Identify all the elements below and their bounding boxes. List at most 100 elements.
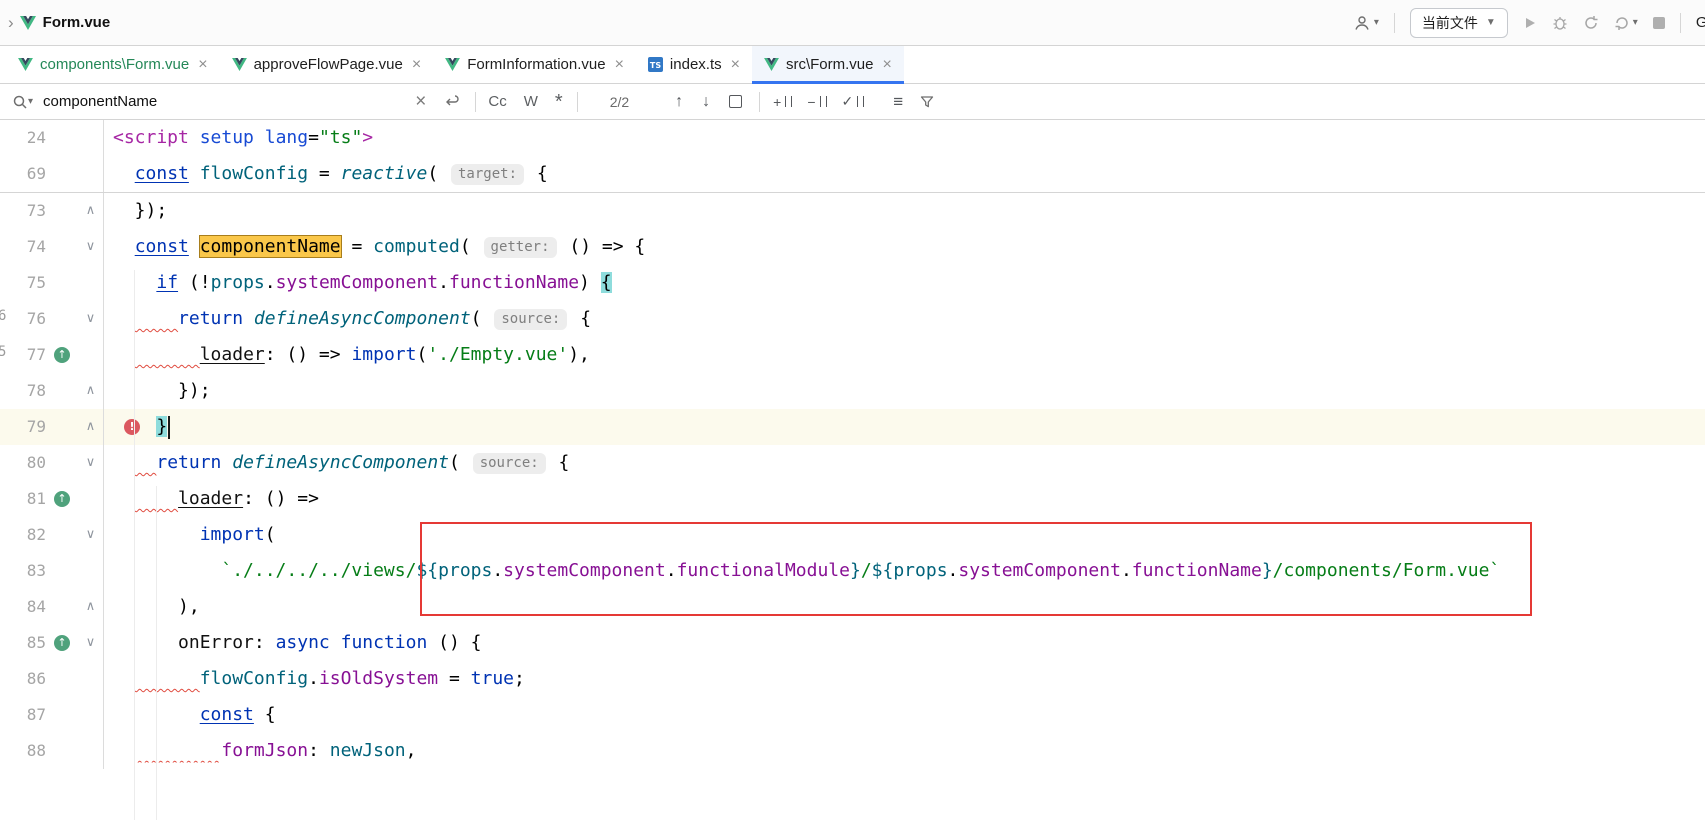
tab-close-icon[interactable]: ×	[882, 56, 891, 74]
fold-up-icon[interactable]: ∧	[78, 193, 103, 229]
tab-index-ts[interactable]: TSindex.ts×	[636, 46, 752, 83]
code-line-75[interactable]: 75 if (!props.systemComponent.functionNa…	[0, 265, 1705, 301]
line-number: 86	[0, 661, 46, 697]
code-editor[interactable]: 24 <script setup lang="ts">69 const flowC…	[0, 120, 1705, 820]
divider	[577, 92, 578, 112]
line-number: 83	[0, 553, 46, 589]
match-count: 2/2	[610, 94, 629, 110]
menu-chevron-icon[interactable]: ›	[8, 13, 14, 33]
code-line-24[interactable]: 24 <script setup lang="ts">	[0, 120, 1705, 156]
code-text: });	[104, 193, 167, 229]
error-gutter-icon[interactable]: !	[124, 419, 140, 435]
code-line-81[interactable]: 81↑ loader: () =>	[0, 481, 1705, 517]
code-line-80[interactable]: 80∨ return defineAsyncComponent( source:…	[0, 445, 1705, 481]
vue-file-icon	[764, 58, 779, 71]
line-number: 85	[0, 625, 46, 661]
tab-close-icon[interactable]: ×	[412, 56, 421, 74]
tab-src-form-vue[interactable]: src\Form.vue×	[752, 46, 904, 83]
tab-approveflowpage-vue[interactable]: approveFlowPage.vue ×	[220, 46, 434, 83]
fold-down-icon[interactable]: ∨	[78, 517, 103, 553]
run-with-coverage-button[interactable]	[1583, 15, 1599, 31]
divider	[475, 92, 476, 112]
line-number: 74	[0, 229, 46, 265]
code-line-74[interactable]: 74∨ const componentName = computed( gett…	[0, 229, 1705, 265]
run-configuration-selector[interactable]: 当前文件 ▼	[1410, 8, 1508, 38]
clear-search-icon[interactable]: ×	[415, 92, 426, 111]
gutter: 88	[0, 733, 104, 769]
tab-bar: components\Form.vue× approveFlowPage.vue ×…	[0, 46, 1705, 84]
gutter: 79∧	[0, 409, 104, 445]
code-line-86[interactable]: 86 flowConfig.isOldSystem = true;	[0, 661, 1705, 697]
indent-guide	[134, 270, 135, 820]
code-text: loader: () =>	[104, 481, 319, 517]
previous-match-button[interactable]: ↑	[675, 93, 683, 111]
search-options-icon[interactable]: ≡	[893, 92, 903, 112]
select-all-occurrences-button[interactable]: ✓	[842, 93, 865, 110]
debug-button[interactable]	[1552, 15, 1568, 31]
implementation-up-gutter-icon[interactable]: ↑	[46, 347, 78, 363]
whole-words-toggle[interactable]: W	[524, 93, 538, 110]
code-line-88[interactable]: 88 formJson: newJson,	[0, 733, 1705, 769]
match-case-toggle[interactable]: Cc	[488, 93, 506, 110]
code-line-76[interactable]: 76∨ return defineAsyncComponent( source:…	[0, 301, 1705, 337]
gutter: 76∨	[0, 301, 104, 337]
tab-close-icon[interactable]: ×	[198, 56, 207, 74]
code-text: flowConfig.isOldSystem = true;	[104, 661, 525, 697]
tab-label: FormInformation.vue	[467, 56, 605, 73]
fold-up-icon[interactable]: ∧	[78, 373, 103, 409]
fold-up-icon[interactable]: ∧	[78, 589, 103, 625]
code-line-78[interactable]: 78∧ });	[0, 373, 1705, 409]
fold-up-icon[interactable]: ∧	[78, 409, 103, 445]
fold-down-icon[interactable]: ∨	[78, 625, 103, 661]
vue-file-icon	[232, 58, 247, 71]
search-icon[interactable]: ▾	[12, 94, 33, 110]
tab-forminformation-vue[interactable]: FormInformation.vue ×	[433, 46, 636, 83]
fold-down-icon[interactable]: ∨	[78, 445, 103, 481]
code-line-73[interactable]: 73 ∧ });	[0, 193, 1705, 229]
newline-icon[interactable]	[444, 95, 460, 109]
code-text: formJson: newJson,	[104, 733, 416, 769]
line-number: 73	[0, 193, 46, 229]
sticky-lines: 24 <script setup lang="ts">69 const flowC…	[0, 120, 1705, 193]
code-line-77[interactable]: 77↑ loader: () => import('./Empty.vue'),	[0, 337, 1705, 373]
text-caret	[168, 416, 170, 439]
search-input[interactable]: componentName	[43, 93, 157, 110]
stop-button[interactable]	[1653, 17, 1665, 29]
user-account-button[interactable]: ▾	[1353, 14, 1379, 32]
fold-down-icon[interactable]: ∨	[78, 301, 103, 337]
tab-close-icon[interactable]: ×	[731, 56, 740, 74]
tab-label: approveFlowPage.vue	[254, 56, 403, 73]
line-number: 69	[0, 156, 46, 192]
code-line-79[interactable]: 79∧ }!	[0, 409, 1705, 445]
code-line-87[interactable]: 87 const {	[0, 697, 1705, 733]
code-line-83[interactable]: 83 `./../../../views/${props.systemCompo…	[0, 553, 1705, 589]
fold-down-icon[interactable]: ∨	[78, 229, 103, 265]
git-widget[interactable]: Git	[1696, 14, 1705, 31]
regex-toggle[interactable]: *	[555, 92, 563, 112]
code-text: if (!props.systemComponent.functionName)…	[104, 265, 612, 301]
implementation-up-gutter-icon[interactable]: ↑	[46, 491, 78, 507]
add-selection-button[interactable]: +	[773, 94, 792, 110]
tab-components-form-vue[interactable]: components\Form.vue×	[6, 46, 220, 83]
code-line-85[interactable]: 85↑∨ onError: async function () {	[0, 625, 1705, 661]
selection-bars-icon	[820, 96, 827, 107]
code-line-69[interactable]: 69 const flowConfig = reactive( target: …	[0, 156, 1705, 192]
next-match-button[interactable]: ↓	[702, 93, 710, 111]
run-button[interactable]	[1523, 16, 1537, 30]
tab-close-icon[interactable]: ×	[615, 56, 624, 74]
filter-icon[interactable]	[920, 95, 934, 109]
gutter: 75	[0, 265, 104, 301]
line-number: 87	[0, 697, 46, 733]
rerun-button[interactable]: ▾	[1614, 15, 1638, 31]
indent-guide	[156, 486, 157, 820]
search-history-chevron-icon[interactable]: ▾	[28, 96, 33, 107]
line-number: 24	[0, 120, 46, 156]
implementation-up-gutter-icon[interactable]: ↑	[46, 635, 78, 651]
gutter: 82 ∨	[0, 517, 104, 553]
line-number: 82	[0, 517, 46, 553]
code-text: <script setup lang="ts">	[104, 120, 373, 156]
remove-selection-button[interactable]: −	[807, 94, 826, 110]
code-line-84[interactable]: 84∧ ),	[0, 589, 1705, 625]
code-line-82[interactable]: 82∨ import(	[0, 517, 1705, 553]
open-in-find-window-button[interactable]	[729, 95, 742, 108]
